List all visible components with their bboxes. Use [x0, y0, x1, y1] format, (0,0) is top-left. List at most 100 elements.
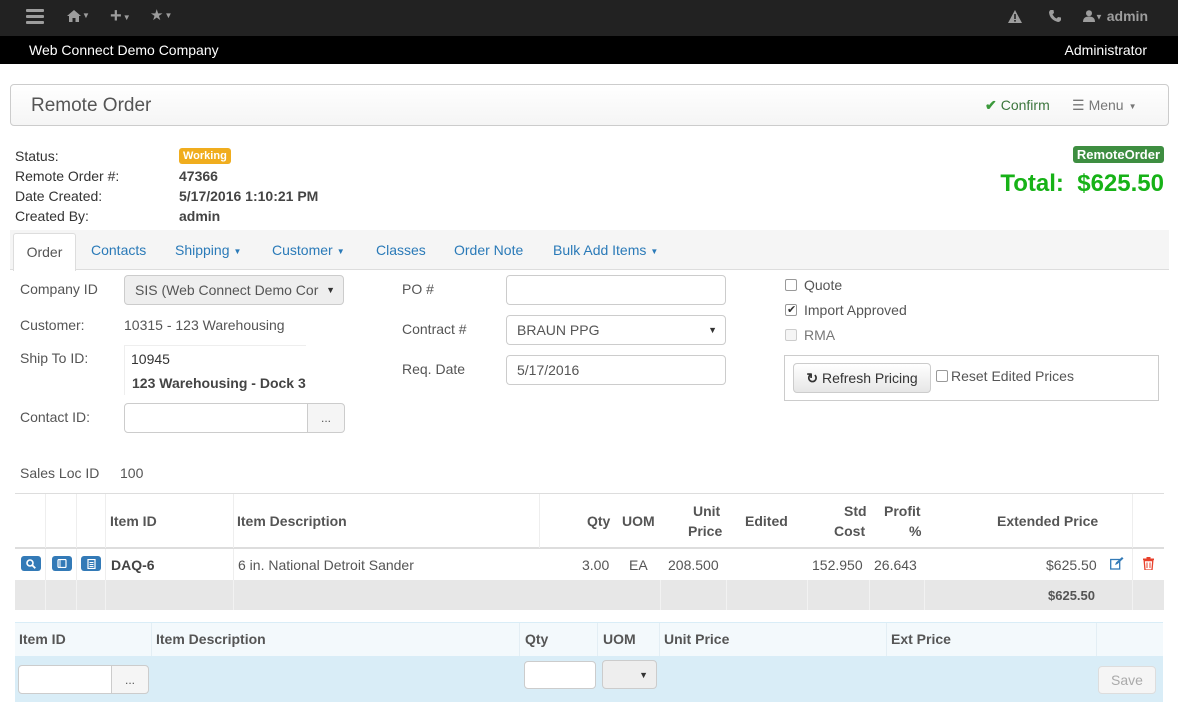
column-divider: [1096, 623, 1097, 657]
column-divider: [105, 549, 106, 580]
save-button[interactable]: Save: [1098, 666, 1156, 694]
chevron-down-icon: ▼: [1128, 101, 1137, 111]
sales-loc-value: 100: [120, 465, 144, 481]
qa-uom-select[interactable]: ▼: [602, 660, 657, 689]
date-created: 5/17/2016 1:10:21 PM: [179, 188, 319, 204]
document-icon[interactable]: [81, 556, 101, 571]
req-date-input[interactable]: 5/17/2016: [506, 355, 726, 385]
column-divider: [869, 580, 870, 610]
qa-col-uom: UOM: [603, 631, 636, 647]
column-divider: [76, 549, 77, 580]
chevron-down-icon: ▼: [639, 670, 648, 680]
qa-item-lookup-button[interactable]: ...: [111, 665, 149, 694]
qa-col-item-id: Item ID: [19, 631, 66, 647]
tab-contacts[interactable]: Contacts: [91, 242, 146, 258]
tab-bulk-add-items[interactable]: Bulk Add Items ▼: [553, 242, 658, 258]
star-icon[interactable]: ★▼: [150, 0, 172, 36]
col-qty: Qty: [587, 513, 611, 529]
column-divider: [660, 580, 661, 610]
import-approved-checkbox[interactable]: [785, 303, 797, 316]
confirm-label: Confirm: [1000, 97, 1050, 113]
contract-value: BRAUN PPG: [517, 322, 600, 338]
table-row: DAQ-6 6 in. National Detroit Sander 3.00…: [15, 549, 1164, 580]
column-divider: [1132, 549, 1133, 580]
contract-select[interactable]: BRAUN PPG ▼: [506, 315, 726, 345]
reset-edited-prices-checkbox[interactable]: [936, 370, 948, 382]
tab-classes[interactable]: Classes: [376, 242, 426, 258]
col-profit-top: Profit: [884, 503, 921, 519]
customer-value: 10315 - 123 Warehousing: [124, 317, 285, 333]
order-number-label: Remote Order #:: [15, 168, 120, 184]
chevron-down-icon: ▼: [708, 325, 717, 335]
tab-customer[interactable]: Customer ▼: [272, 242, 345, 258]
edit-icon[interactable]: [1110, 557, 1124, 573]
column-divider: [45, 494, 46, 548]
po-input[interactable]: [506, 275, 726, 305]
refresh-label: Refresh Pricing: [821, 370, 918, 386]
column-divider: [45, 549, 46, 580]
row-profit: 26.643: [874, 557, 917, 573]
chevron-down-icon: ▼: [1094, 12, 1103, 22]
trash-icon[interactable]: [1143, 557, 1154, 573]
hamburger-menu-icon[interactable]: [26, 0, 44, 36]
tab-order[interactable]: Order: [13, 233, 76, 271]
column-divider: [597, 623, 598, 657]
menu-button[interactable]: ☰ Menu ▼: [1072, 97, 1137, 114]
tab-label: Contacts: [91, 242, 147, 258]
qa-qty-input[interactable]: [524, 661, 596, 689]
phone-icon[interactable]: [1049, 0, 1061, 36]
search-icon[interactable]: [21, 556, 41, 571]
column-divider: [233, 549, 234, 580]
column-divider: [233, 494, 234, 548]
user-role: Administrator: [1064, 42, 1147, 58]
add-icon[interactable]: +▼: [110, 0, 131, 36]
status-badge: Working: [179, 148, 231, 164]
column-divider: [76, 494, 77, 548]
menu-label: Menu: [1088, 97, 1124, 113]
qa-item-id-input[interactable]: [18, 665, 113, 694]
col-extended-price: Extended Price: [997, 513, 1099, 529]
total-value: $625.50: [1077, 170, 1164, 197]
company-id-select[interactable]: SIS (Web Connect Demo Cor ▼: [124, 275, 344, 305]
contact-lookup-button[interactable]: ...: [307, 403, 345, 433]
tab-label: Order Note: [454, 242, 524, 258]
rma-checkbox[interactable]: [785, 329, 797, 341]
qa-col-qty: Qty: [525, 631, 549, 647]
confirm-button[interactable]: ✔ Confirm: [985, 97, 1050, 114]
order-total: Total: $625.50: [1000, 170, 1164, 198]
refresh-pricing-button[interactable]: ↻ Refresh Pricing: [793, 363, 931, 393]
req-date-label: Req. Date: [402, 361, 466, 377]
contact-id-label: Contact ID:: [20, 409, 91, 425]
home-icon[interactable]: ▼: [67, 0, 90, 36]
warning-icon[interactable]: [1008, 0, 1022, 36]
sales-loc-label: Sales Loc ID: [20, 465, 100, 481]
tab-label: Shipping: [175, 242, 230, 258]
column-divider: [1132, 494, 1133, 548]
quote-checkbox[interactable]: [785, 279, 797, 291]
column-divider: [886, 623, 887, 657]
qa-col-item-description: Item Description: [156, 631, 266, 647]
row-item-description: 6 in. National Detroit Sander: [238, 557, 414, 573]
quote-label: Quote: [804, 277, 843, 293]
order-number: 47366: [179, 168, 218, 184]
book-icon[interactable]: [52, 556, 72, 571]
user-menu[interactable]: ▼ admin: [1082, 0, 1148, 32]
chevron-down-icon: ▼: [336, 246, 345, 256]
row-uom: EA: [629, 557, 648, 573]
contact-id-input[interactable]: [124, 403, 309, 433]
company-id-label: Company ID: [20, 281, 98, 297]
col-profit-bottom: %: [909, 523, 922, 539]
col-item-description: Item Description: [237, 513, 347, 529]
tab-order-note[interactable]: Order Note: [454, 242, 523, 258]
customer-label: Customer:: [20, 317, 85, 333]
col-edited: Edited: [745, 513, 788, 529]
contract-label: Contract #: [402, 321, 467, 337]
col-unit-price-top: Unit: [693, 503, 721, 519]
list-icon: ☰: [1072, 97, 1085, 113]
tab-shipping[interactable]: Shipping ▼: [175, 242, 241, 258]
column-divider: [105, 494, 106, 548]
row-item-id[interactable]: DAQ-6: [111, 557, 155, 573]
ship-to-label: Ship To ID:: [20, 350, 89, 366]
column-divider: [45, 580, 46, 610]
page-title: Remote Order: [31, 95, 152, 116]
